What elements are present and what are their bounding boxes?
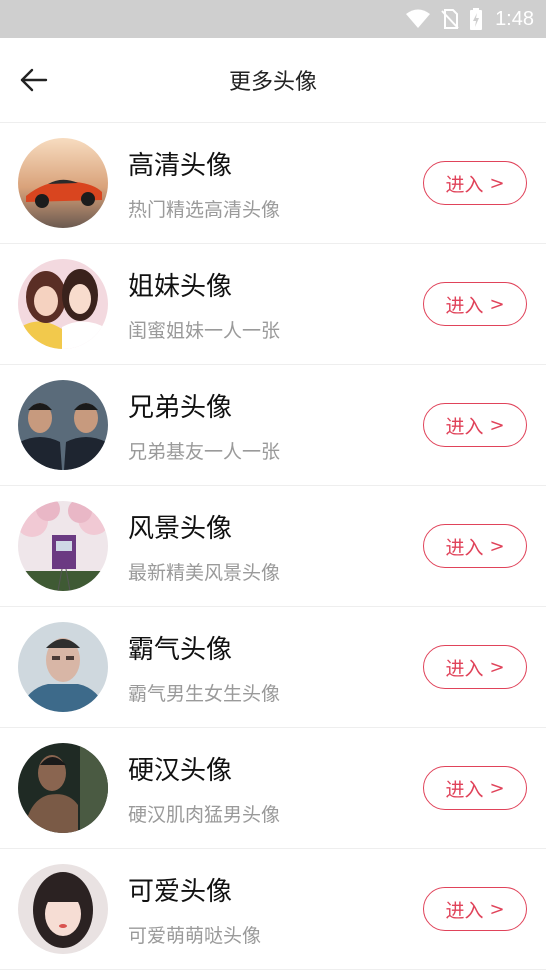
avatar (18, 622, 108, 712)
avatar (18, 864, 108, 954)
avatar (18, 138, 108, 228)
item-title: 姐妹头像 (128, 272, 233, 302)
item-title: 可爱头像 (128, 877, 233, 907)
avatar-category-list: 高清头像 热门精选高清头像 进入 > 姐妹头像 闺蜜姐妹一人一张 进入 > 兄弟… (0, 123, 546, 970)
enter-label: 进入 (445, 536, 484, 559)
item-title: 兄弟头像 (128, 393, 233, 423)
chevron-right-icon: > (489, 293, 505, 315)
list-item[interactable]: 高清头像 热门精选高清头像 进入 > (0, 123, 546, 244)
enter-label: 进入 (445, 657, 484, 680)
enter-label: 进入 (445, 415, 484, 438)
avatar (18, 501, 108, 591)
tram-cherry-blossom-image (18, 501, 108, 591)
list-item[interactable]: 兄弟头像 兄弟基友一人一张 进入 > (0, 365, 546, 486)
list-item[interactable]: 可爱头像 可爱萌萌哒头像 进入 > (0, 849, 546, 970)
cute-girl-image (18, 864, 108, 954)
item-description: 霸气男生女生头像 (128, 683, 281, 705)
item-title: 硬汉头像 (128, 756, 233, 786)
list-item[interactable]: 风景头像 最新精美风景头像 进入 > (0, 486, 546, 607)
chevron-right-icon: > (489, 414, 505, 436)
enter-label: 进入 (445, 294, 484, 317)
enter-label: 进入 (445, 899, 484, 922)
enter-button[interactable]: 进入 > (423, 766, 527, 810)
chevron-right-icon: > (489, 656, 505, 678)
enter-button[interactable]: 进入 > (423, 282, 527, 326)
enter-label: 进入 (445, 778, 484, 801)
wifi-icon (406, 9, 431, 28)
list-item[interactable]: 姐妹头像 闺蜜姐妹一人一张 进入 > (0, 244, 546, 365)
enter-button[interactable]: 进入 > (423, 645, 527, 689)
enter-button[interactable]: 进入 > (423, 161, 527, 205)
enter-button[interactable]: 进入 > (423, 524, 527, 568)
battery-charging-icon (470, 8, 483, 30)
list-item[interactable]: 霸气头像 霸气男生女生头像 进入 > (0, 607, 546, 728)
item-description: 闺蜜姐妹一人一张 (128, 320, 281, 342)
item-title: 高清头像 (128, 151, 233, 181)
two-girls-image (18, 259, 108, 349)
enter-label: 进入 (445, 173, 484, 196)
status-bar: 1:48 (0, 0, 546, 38)
header: 更多头像 (0, 38, 546, 123)
status-time: 1:48 (495, 7, 534, 30)
avatar (18, 380, 108, 470)
chevron-right-icon: > (489, 172, 505, 194)
item-description: 硬汉肌肉猛男头像 (128, 804, 281, 826)
sports-car-image (18, 138, 108, 228)
item-title: 霸气头像 (128, 635, 233, 665)
item-description: 最新精美风景头像 (128, 562, 281, 584)
tough-man-image (18, 743, 108, 833)
chevron-right-icon: > (489, 898, 505, 920)
enter-button[interactable]: 进入 > (423, 403, 527, 447)
item-title: 风景头像 (128, 514, 233, 544)
no-sim-icon (441, 9, 459, 29)
chevron-right-icon: > (489, 777, 505, 799)
page-title: 更多头像 (228, 70, 317, 95)
two-men-image (18, 380, 108, 470)
avatar (18, 743, 108, 833)
enter-button[interactable]: 进入 > (423, 887, 527, 931)
item-description: 兄弟基友一人一张 (128, 441, 281, 463)
chevron-right-icon: > (489, 535, 505, 557)
item-description: 热门精选高清头像 (128, 199, 281, 221)
list-item[interactable]: 硬汉头像 硬汉肌肉猛男头像 进入 > (0, 728, 546, 849)
cool-man-image (18, 622, 108, 712)
avatar (18, 259, 108, 349)
item-description: 可爱萌萌哒头像 (128, 925, 262, 947)
